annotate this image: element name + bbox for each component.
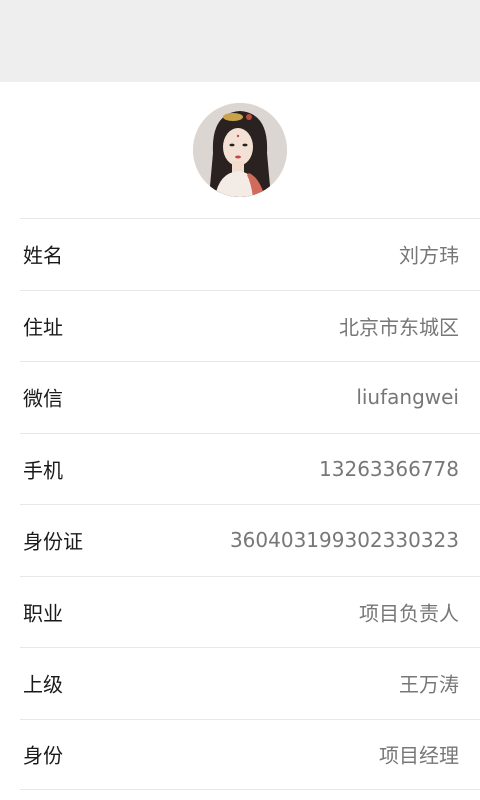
avatar-image xyxy=(193,103,287,197)
row-value: 王万涛 xyxy=(399,672,459,697)
row-label: 姓名 xyxy=(23,243,63,268)
row-phone[interactable]: 手机 13263366778 xyxy=(20,432,480,505)
row-label: 微信 xyxy=(23,386,63,411)
row-value: 项目经理 xyxy=(379,743,459,768)
row-id-card[interactable]: 身份证 360403199302330323 xyxy=(20,504,480,576)
avatar[interactable] xyxy=(193,103,287,197)
row-label: 手机 xyxy=(23,458,63,483)
row-wechat[interactable]: 微信 liufangwei xyxy=(20,361,480,433)
row-label: 上级 xyxy=(23,672,63,697)
row-supervisor[interactable]: 上级 王万涛 xyxy=(20,647,480,719)
row-value: 13263366778 xyxy=(319,456,459,481)
row-value: 项目负责人 xyxy=(359,601,459,626)
row-label: 住址 xyxy=(23,315,63,340)
profile-info-list: 姓名 刘方玮 住址 北京市东城区 微信 liufangwei 手机 132633… xyxy=(20,218,480,790)
row-role[interactable]: 身份 项目经理 xyxy=(20,718,480,790)
row-value: 北京市东城区 xyxy=(339,315,459,340)
avatar-section xyxy=(0,82,480,218)
row-name[interactable]: 姓名 刘方玮 xyxy=(20,218,480,290)
row-label: 身份 xyxy=(23,743,63,768)
row-label: 职业 xyxy=(23,601,63,626)
top-bar xyxy=(0,0,480,82)
row-label: 身份证 xyxy=(23,529,83,554)
row-value: liufangwei xyxy=(356,385,459,410)
row-value: 刘方玮 xyxy=(399,243,459,268)
row-value: 360403199302330323 xyxy=(229,528,459,553)
row-address[interactable]: 住址 北京市东城区 xyxy=(20,289,480,362)
row-occupation[interactable]: 职业 项目负责人 xyxy=(20,575,480,648)
